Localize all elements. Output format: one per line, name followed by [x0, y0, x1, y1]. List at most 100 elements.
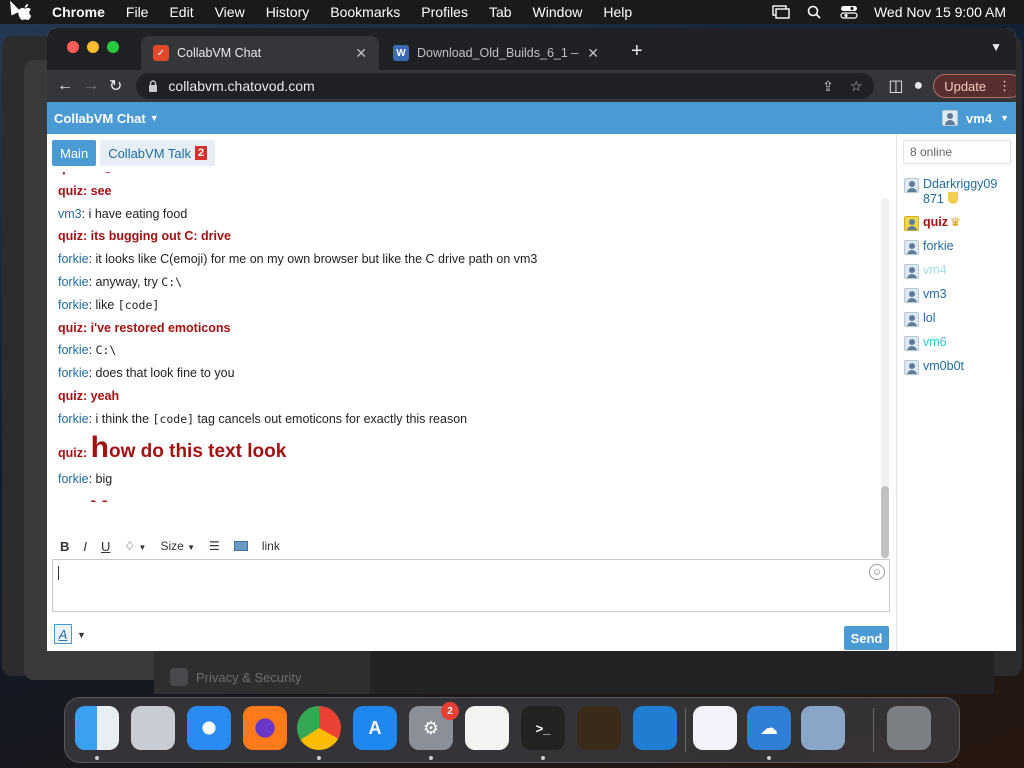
bullet-list-icon[interactable]: ☰: [209, 539, 220, 553]
back-arrow-icon[interactable]: ←: [57, 75, 73, 97]
message-text: its bugging out C: drive: [90, 229, 231, 244]
menu-view[interactable]: View: [215, 4, 245, 20]
tab-title: Download_Old_Builds_6_1 – C: [417, 46, 580, 60]
dock-app-weather-icon[interactable]: ☁: [747, 706, 791, 750]
smiley-icon[interactable]: ☺: [869, 564, 885, 580]
dock-app-firefox-icon[interactable]: [243, 706, 287, 750]
bookmark-star-icon[interactable]: ☆: [850, 78, 863, 95]
tab-collabvm-chat[interactable]: ✓ CollabVM Chat ✕: [141, 36, 379, 70]
user-list-item[interactable]: quiz ♛: [904, 215, 1016, 231]
close-window-button[interactable]: [67, 41, 79, 53]
user-list-item[interactable]: vm0b0t: [904, 359, 1016, 375]
dock-app-trash-icon[interactable]: [887, 706, 931, 750]
menu-help[interactable]: Help: [603, 4, 632, 20]
spotlight-search-icon[interactable]: [806, 5, 824, 19]
close-tab-icon[interactable]: ✕: [587, 45, 599, 62]
side-panel-icon[interactable]: ◫: [888, 75, 903, 97]
screen-mirroring-icon[interactable]: [772, 5, 790, 19]
chevron-down-icon[interactable]: ▼: [77, 630, 86, 640]
message-input[interactable]: ☺: [52, 559, 890, 612]
dock-separator: [685, 708, 686, 752]
message-author[interactable]: quiz: [58, 389, 83, 403]
reload-icon[interactable]: ↻: [109, 75, 122, 97]
tab-main[interactable]: Main: [52, 140, 97, 166]
menu-profiles[interactable]: Profiles: [421, 4, 468, 20]
menu-edit[interactable]: Edit: [169, 4, 193, 20]
send-button[interactable]: Send: [844, 626, 889, 650]
message-text: yeah: [90, 388, 120, 403]
forward-arrow-icon[interactable]: →: [83, 75, 99, 97]
new-tab-icon[interactable]: +: [631, 40, 643, 63]
user-list-item[interactable]: vm4: [904, 263, 1016, 279]
user-list-item[interactable]: vm6: [904, 335, 1016, 351]
dock-app-finder-icon[interactable]: [75, 706, 119, 750]
menu-history[interactable]: History: [266, 4, 310, 20]
zoom-window-button[interactable]: [107, 41, 119, 53]
size-dropdown[interactable]: Size ▼: [160, 539, 195, 553]
menu-file[interactable]: File: [126, 4, 149, 20]
image-icon[interactable]: [233, 541, 248, 551]
message-author[interactable]: quiz: [58, 184, 83, 198]
profile-icon[interactable]: ●: [914, 75, 924, 97]
dock-app-system-preferences-icon[interactable]: ⚙ 2: [409, 702, 459, 750]
dock-app-terminal-icon[interactable]: >_: [521, 706, 565, 750]
menubar-clock[interactable]: Wed Nov 15 9:00 AM: [874, 4, 1006, 20]
message-author[interactable]: forkie: [58, 275, 89, 289]
dock-app-safari-icon[interactable]: [187, 706, 231, 750]
menu-window[interactable]: Window: [533, 4, 583, 20]
user-list-item[interactable]: Ddarkriggy09 871: [904, 177, 1016, 207]
share-icon[interactable]: ⇪: [822, 78, 834, 95]
formatting-toggle-button[interactable]: A: [54, 624, 72, 644]
dock-app-visual-studio-code-icon[interactable]: [633, 706, 677, 750]
user-list-sidebar: 8 online Ddarkriggy09 871 quiz ♛ forkie vm4 vm…: [896, 134, 1016, 651]
link-button[interactable]: link: [262, 539, 280, 553]
message-author[interactable]: forkie: [58, 298, 89, 312]
message-author[interactable]: quiz: [58, 321, 83, 335]
message-author[interactable]: forkie: [58, 366, 89, 380]
room-menu[interactable]: CollabVM Chat ▼: [54, 111, 159, 126]
dock-app-visual-studio-icon[interactable]: [693, 706, 737, 750]
menu-bookmarks[interactable]: Bookmarks: [330, 4, 400, 20]
dock-app-virtualbox-icon[interactable]: [801, 706, 845, 750]
message-author[interactable]: forkie: [58, 343, 89, 357]
tab-collabvm-talk[interactable]: CollabVM Talk 2: [100, 140, 216, 166]
chat-message: forkie: it looks like C(emoji) for me on…: [58, 250, 885, 268]
bold-button[interactable]: B: [60, 539, 69, 554]
message-author[interactable]: forkie: [58, 412, 89, 426]
text-color-button[interactable]: ♢ ▼: [124, 539, 146, 553]
user-list-item[interactable]: vm3: [904, 287, 1016, 303]
menu-app-name[interactable]: Chrome: [52, 4, 105, 20]
kebab-menu-icon[interactable]: ⋮: [998, 78, 1011, 94]
apple-icon[interactable]: [18, 4, 34, 20]
scrollbar-thumb[interactable]: [881, 486, 889, 558]
minimize-window-button[interactable]: [87, 41, 99, 53]
italic-button[interactable]: I: [83, 539, 87, 554]
underline-button[interactable]: U: [101, 539, 110, 554]
message-author[interactable]: quiz: [58, 446, 83, 460]
lock-icon[interactable]: [148, 80, 158, 92]
message-author[interactable]: quiz: [58, 172, 83, 175]
message-author[interactable]: quiz: [58, 229, 83, 243]
dock-app-launchpad-icon[interactable]: [131, 706, 175, 750]
address-bar[interactable]: collabvm.chatovod.com ⇪ ☆: [136, 73, 875, 99]
control-center-icon[interactable]: [840, 5, 858, 19]
dock-app-garageband-icon[interactable]: [577, 706, 621, 750]
tab-search-chevron-icon[interactable]: ▼: [990, 40, 1002, 54]
dock-app-app-store-icon[interactable]: A: [353, 706, 397, 750]
message-scrollbar[interactable]: [881, 198, 889, 560]
user-list-item[interactable]: forkie: [904, 239, 1016, 255]
shield-icon: [947, 192, 958, 204]
close-tab-icon[interactable]: ✕: [355, 45, 367, 62]
dock-app-google-chrome-icon[interactable]: [297, 706, 341, 750]
tab-download-old-builds[interactable]: W Download_Old_Builds_6_1 – C ✕: [381, 36, 611, 70]
dock-app-textedit-icon[interactable]: [465, 706, 509, 750]
user-menu[interactable]: vm4 ▼: [942, 110, 1009, 126]
update-button[interactable]: Update ⋮: [933, 74, 1016, 98]
message-author[interactable]: forkie: [58, 252, 89, 266]
user-list-item[interactable]: lol: [904, 311, 1016, 327]
settings-item-privacy-security[interactable]: Privacy & Security: [170, 668, 301, 686]
menu-tab[interactable]: Tab: [489, 4, 512, 20]
message-author[interactable]: forkie: [58, 472, 89, 486]
message-list[interactable]: quiz: c 😊quiz: seevm3: i have eating foo…: [58, 172, 885, 502]
message-author[interactable]: vm3: [58, 207, 82, 221]
